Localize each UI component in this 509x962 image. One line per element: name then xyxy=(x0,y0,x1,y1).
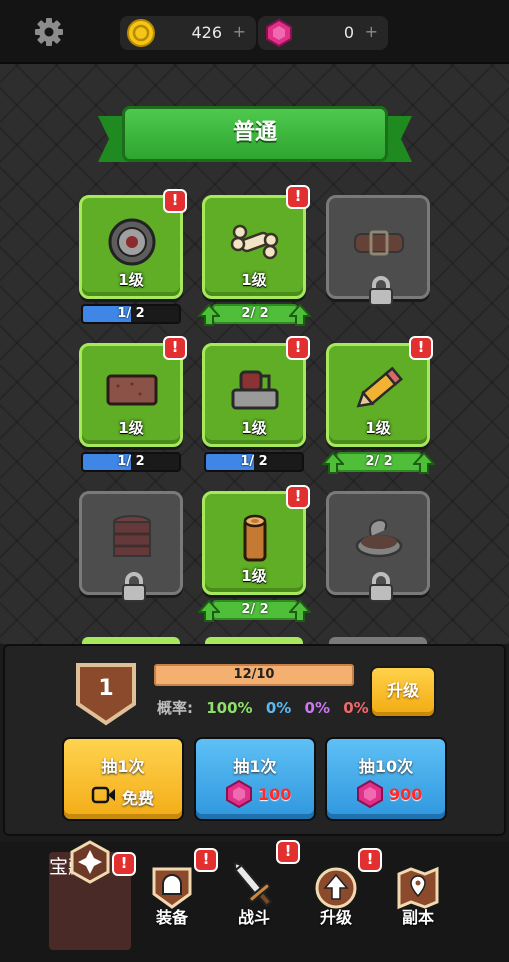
rarity-banner: 普通 xyxy=(98,106,412,168)
item-progress-text: 2/ 2 xyxy=(241,306,269,321)
alert-badge: ! xyxy=(286,185,310,209)
add-coins-icon[interactable]: + xyxy=(233,22,246,41)
upgrade-arrow-icon xyxy=(413,452,435,474)
pot-icon xyxy=(355,518,403,558)
item-card-locked[interactable] xyxy=(79,491,183,602)
item-card-locked[interactable] xyxy=(326,195,430,306)
item-level: 1级 xyxy=(241,419,267,437)
gem-counter[interactable]: 0 + xyxy=(258,16,388,50)
wood-log-icon xyxy=(243,514,267,562)
nav-label: 副本 xyxy=(401,908,434,927)
rate-epic: 0% xyxy=(304,699,330,717)
item-progress-bar: 2/ 2 xyxy=(336,452,422,472)
rate-legendary: 0% xyxy=(343,699,369,717)
upgrade-arrow-icon xyxy=(198,304,220,326)
draw-title: 抽1次 xyxy=(101,757,145,776)
draw-cost: 900 xyxy=(389,785,423,804)
item-level: 1级 xyxy=(241,271,267,289)
video-icon xyxy=(91,786,115,804)
item-progress-bar: 2/ 2 xyxy=(212,304,298,324)
item-card-locked[interactable] xyxy=(326,491,430,602)
alert-badge: ! xyxy=(163,336,187,360)
chest-level: 1 xyxy=(98,676,114,701)
alert-badge: ! xyxy=(163,189,187,213)
rate-rare: 0% xyxy=(265,699,292,717)
target-icon xyxy=(108,218,156,266)
item-progress-text: 1/ 2 xyxy=(117,454,145,469)
nav-tab-dungeon[interactable]: 副本 xyxy=(378,850,458,950)
item-progress-bar: 1/ 2 xyxy=(204,452,304,472)
alert-badge: ! xyxy=(286,336,310,360)
item-progress-text: 2/ 2 xyxy=(241,602,269,617)
item-level: 1级 xyxy=(118,419,144,437)
item-progress-bar: 1/ 2 xyxy=(81,452,181,472)
nav-label: 装备 xyxy=(155,908,188,927)
gear-icon[interactable] xyxy=(33,16,65,48)
brick-icon xyxy=(106,374,158,406)
rates-label: 概率: xyxy=(157,699,193,717)
upgrade-chest-button[interactable]: 升级 xyxy=(370,666,436,718)
nav-label: 升级 xyxy=(319,908,352,927)
draw-once-free-button[interactable]: 抽1次 免费 xyxy=(62,737,184,821)
sword-icon xyxy=(233,862,273,907)
gem-icon xyxy=(357,779,383,809)
item-progress-bar: 1/ 2 xyxy=(81,304,181,324)
pencil-icon xyxy=(356,366,404,408)
item-progress-text: 1/ 2 xyxy=(240,454,268,469)
xp-bar: 12/10 xyxy=(154,664,354,686)
gem-icon xyxy=(266,18,292,48)
belt-icon xyxy=(354,230,404,256)
lock-icon xyxy=(369,276,393,306)
xp-text: 12/10 xyxy=(233,667,275,682)
coin-counter[interactable]: 426 + xyxy=(120,16,256,50)
coin-count: 426 xyxy=(191,23,222,42)
tape-dispenser-icon xyxy=(231,370,279,410)
draw-cost: 100 xyxy=(258,785,292,804)
gem-icon xyxy=(226,779,252,809)
item-card-partial xyxy=(205,637,303,644)
draw-once-button[interactable]: 抽1次 100 xyxy=(194,737,316,821)
item-level: 1级 xyxy=(118,271,144,289)
alert-badge: ! xyxy=(409,336,433,360)
draw-free-label: 免费 xyxy=(122,789,155,808)
lock-icon xyxy=(122,572,146,602)
coin-icon xyxy=(127,19,155,47)
item-level: 1级 xyxy=(241,567,267,585)
alert-badge: ! xyxy=(286,485,310,509)
top-bar: 426 + 0 + xyxy=(0,0,509,64)
item-progress-bar: 2/ 2 xyxy=(212,600,298,620)
item-card-partial xyxy=(329,637,427,644)
item-progress-text: 1/ 2 xyxy=(117,306,145,321)
chest-level-badge: 1 xyxy=(75,662,137,726)
upgrade-arrow-icon xyxy=(198,600,220,622)
upgrade-arrow-icon xyxy=(289,304,311,326)
item-card-partial xyxy=(82,637,180,644)
draw-title: 抽10次 xyxy=(358,757,414,776)
drop-rates: 概率: 100% 0% 0% 0% xyxy=(157,697,377,718)
draw-ten-button[interactable]: 抽10次 900 xyxy=(325,737,447,821)
item-progress-text: 2/ 2 xyxy=(365,454,393,469)
upgrade-arrow-icon xyxy=(289,600,311,622)
nav-tab-battle[interactable]: 战斗 xyxy=(214,850,294,950)
item-level: 1级 xyxy=(365,419,391,437)
nav-label: 战斗 xyxy=(237,908,270,927)
rate-common: 100% xyxy=(206,699,253,717)
banner-title: 普通 xyxy=(122,106,388,162)
gem-count: 0 xyxy=(343,23,354,42)
add-gems-icon[interactable]: + xyxy=(365,22,378,41)
treasure-icon xyxy=(70,840,110,884)
draw-title: 抽1次 xyxy=(233,757,277,776)
barrel-icon xyxy=(113,515,151,557)
upgrade-arrow-icon xyxy=(322,452,344,474)
bone-icon xyxy=(230,224,279,260)
lock-icon xyxy=(369,572,393,602)
item-card-bone[interactable]: 1级 xyxy=(202,195,306,299)
